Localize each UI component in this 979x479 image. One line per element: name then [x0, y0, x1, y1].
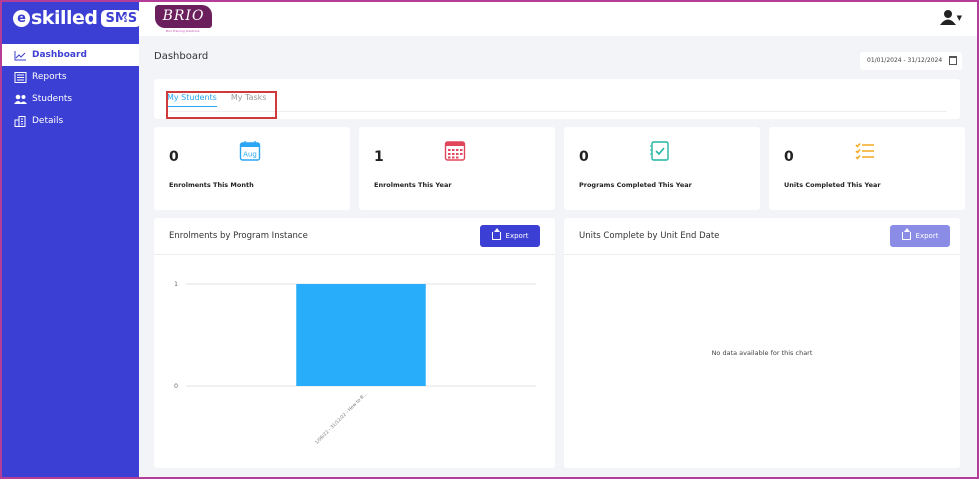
tabs-divider — [167, 111, 947, 112]
top-bar: BRIO Brio Training Solutions ▼ — [139, 0, 977, 36]
panel-enrolments-by-program: Enrolments by Program Instance Export 0 1… — [154, 218, 555, 468]
stat-value: 0 — [784, 149, 794, 165]
export-label: Export — [505, 232, 529, 240]
stat-label: Programs Completed This Year — [579, 181, 692, 189]
stat-value: 0 — [169, 149, 179, 165]
task-list-icon — [855, 143, 874, 160]
stat-label: Enrolments This Month — [169, 181, 254, 189]
panel-header: Enrolments by Program Instance Export — [154, 218, 555, 255]
calendar-grid-icon — [444, 141, 466, 161]
calendar-month-text: Aug — [243, 151, 257, 159]
building-icon — [14, 115, 27, 127]
y-tick-label: 1 — [174, 281, 178, 288]
sidebar-item-label: Details — [32, 116, 64, 126]
brio-logo[interactable]: BRIO — [155, 5, 212, 28]
bar — [296, 284, 426, 386]
stat-label: Enrolments This Year — [374, 181, 452, 189]
user-icon — [939, 10, 956, 25]
sidebar-item-label: Dashboard — [32, 50, 87, 60]
report-icon — [14, 71, 27, 83]
x-tick-label: 1/06/22 - 31/12/22 - How to B... — [314, 391, 369, 446]
export-icon — [901, 228, 911, 240]
brio-logo-subtitle: Brio Training Solutions — [166, 29, 200, 33]
calendar-aug-icon: Aug — [239, 141, 261, 161]
export-icon — [491, 228, 501, 240]
main-content: Dashboard 01/01/2024 - 31/12/2024 My Stu… — [139, 36, 977, 477]
stat-label: Units Completed This Year — [784, 181, 881, 189]
panel-title: Enrolments by Program Instance — [169, 231, 308, 241]
users-icon — [14, 94, 27, 105]
sidebar-item-dashboard[interactable]: Dashboard — [0, 44, 139, 66]
brand-name: skilled — [31, 7, 98, 29]
export-button-disabled[interactable]: Export — [890, 225, 950, 247]
sidebar-item-label: Students — [32, 94, 73, 104]
date-range-picker[interactable]: 01/01/2024 - 31/12/2024 — [860, 52, 962, 70]
user-menu[interactable]: ▼ — [939, 9, 962, 25]
calendar-icon — [949, 56, 957, 65]
stat-card-programs-completed: 0 Programs Completed This Year — [564, 127, 760, 210]
panel-title: Units Complete by Unit End Date — [579, 231, 720, 241]
sidebar-nav: Dashboard Reports Students Details — [0, 44, 139, 132]
stat-value: 1 — [374, 149, 384, 165]
export-label: Export — [915, 232, 939, 240]
sidebar-item-details[interactable]: Details — [0, 110, 139, 132]
sidebar: e skilled SMS « Dashboard Reports Studen… — [0, 0, 142, 479]
sidebar-item-label: Reports — [32, 72, 67, 82]
panel-units-complete: Units Complete by Unit End Date Export N… — [564, 218, 960, 468]
date-range-value: 01/01/2024 - 31/12/2024 — [867, 57, 943, 64]
chevron-down-icon: ▼ — [956, 14, 962, 22]
y-tick-label: 0 — [174, 383, 178, 390]
checklist-icon — [650, 141, 669, 161]
export-button[interactable]: Export — [480, 225, 540, 247]
tabs-highlight-box — [166, 91, 277, 119]
stat-value: 0 — [579, 149, 589, 165]
sidebar-item-reports[interactable]: Reports — [0, 66, 139, 88]
stat-card-enrolments-month: 0 Enrolments This Month Aug — [154, 127, 350, 210]
line-chart-icon — [14, 50, 27, 61]
enrolments-bar-chart: 0 1 1/06/22 - 31/12/22 - How to B... — [174, 281, 536, 446]
stat-card-units-completed: 0 Units Completed This Year — [769, 127, 965, 210]
collapse-sidebar-button[interactable]: « — [121, 8, 130, 26]
sidebar-item-students[interactable]: Students — [0, 88, 139, 110]
page-title: Dashboard — [154, 51, 209, 62]
brand-e-mark: e — [13, 9, 30, 27]
panel-header: Units Complete by Unit End Date Export — [564, 218, 960, 255]
no-data-message: No data available for this chart — [711, 349, 813, 357]
stat-card-enrolments-year: 1 Enrolments This Year — [359, 127, 555, 210]
